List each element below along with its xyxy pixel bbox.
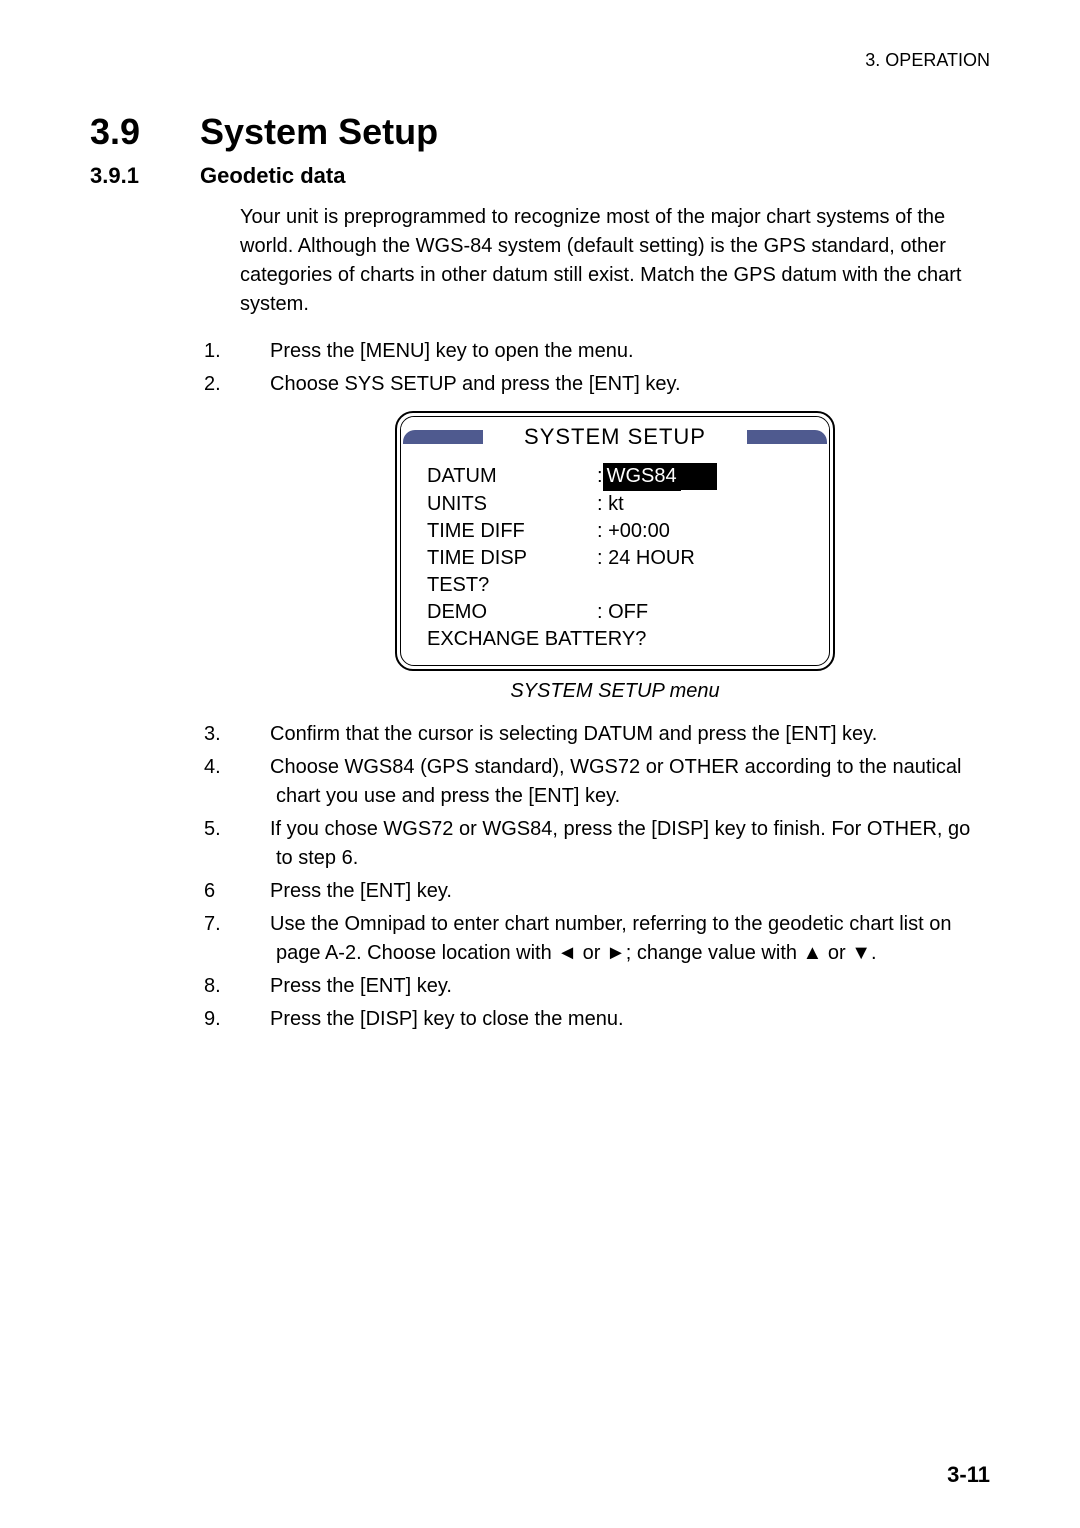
section-title: System Setup xyxy=(200,111,438,152)
menu-row-test: TEST? xyxy=(427,572,807,599)
intro-paragraph: Your unit is preprogrammed to recognize … xyxy=(240,203,990,319)
menu-title-bar-left xyxy=(403,430,483,444)
subsection-title: Geodetic data xyxy=(200,163,345,188)
step-6: 6Press the [ENT] key. xyxy=(240,877,990,906)
step-3: 3.Confirm that the cursor is selecting D… xyxy=(240,720,990,749)
menu-datum-selected: WGS84 xyxy=(603,463,681,491)
menu-row-demo: DEMO : OFF xyxy=(427,599,807,626)
menu-title-bar-right xyxy=(747,430,827,444)
step-8: 8.Press the [ENT] key. xyxy=(240,972,990,1001)
steps-list-b: 3.Confirm that the cursor is selecting D… xyxy=(240,720,990,1034)
subsection-number: 3.9.1 xyxy=(90,163,200,189)
menu-row-units: UNITS : kt xyxy=(427,491,807,518)
menu-caption: SYSTEM SETUP menu xyxy=(240,677,990,706)
step-5: 5.If you chose WGS72 or WGS84, press the… xyxy=(240,815,990,873)
section-heading: 3.9System Setup xyxy=(90,111,990,153)
menu-row-exchange-battery: EXCHANGE BATTERY? xyxy=(427,626,807,653)
menu-title-row: SYSTEM SETUP xyxy=(401,417,829,459)
section-number: 3.9 xyxy=(90,111,200,153)
step-4: 4.Choose WGS84 (GPS standard), WGS72 or … xyxy=(240,753,990,811)
step-7: 7.Use the Omnipad to enter chart number,… xyxy=(240,910,990,968)
menu-row-datum: DATUM :WGS84 xyxy=(427,463,807,491)
page-number: 3-11 xyxy=(947,1462,990,1488)
step-2: 2.Choose SYS SETUP and press the [ENT] k… xyxy=(240,370,990,399)
step-9: 9.Press the [DISP] key to close the menu… xyxy=(240,1005,990,1034)
menu-row-timedisp: TIME DISP : 24 HOUR xyxy=(427,545,807,572)
steps-list-a: 1.Press the [MENU] key to open the menu.… xyxy=(240,337,990,399)
menu-row-timediff: TIME DIFF : +00:00 xyxy=(427,518,807,545)
step-1: 1.Press the [MENU] key to open the menu. xyxy=(240,337,990,366)
system-setup-menu-figure: SYSTEM SETUP DATUM :WGS84 UNITS : kt xyxy=(395,411,835,671)
menu-title: SYSTEM SETUP xyxy=(483,421,747,453)
subsection-heading: 3.9.1Geodetic data xyxy=(90,163,990,189)
chapter-header: 3. OPERATION xyxy=(90,50,990,71)
